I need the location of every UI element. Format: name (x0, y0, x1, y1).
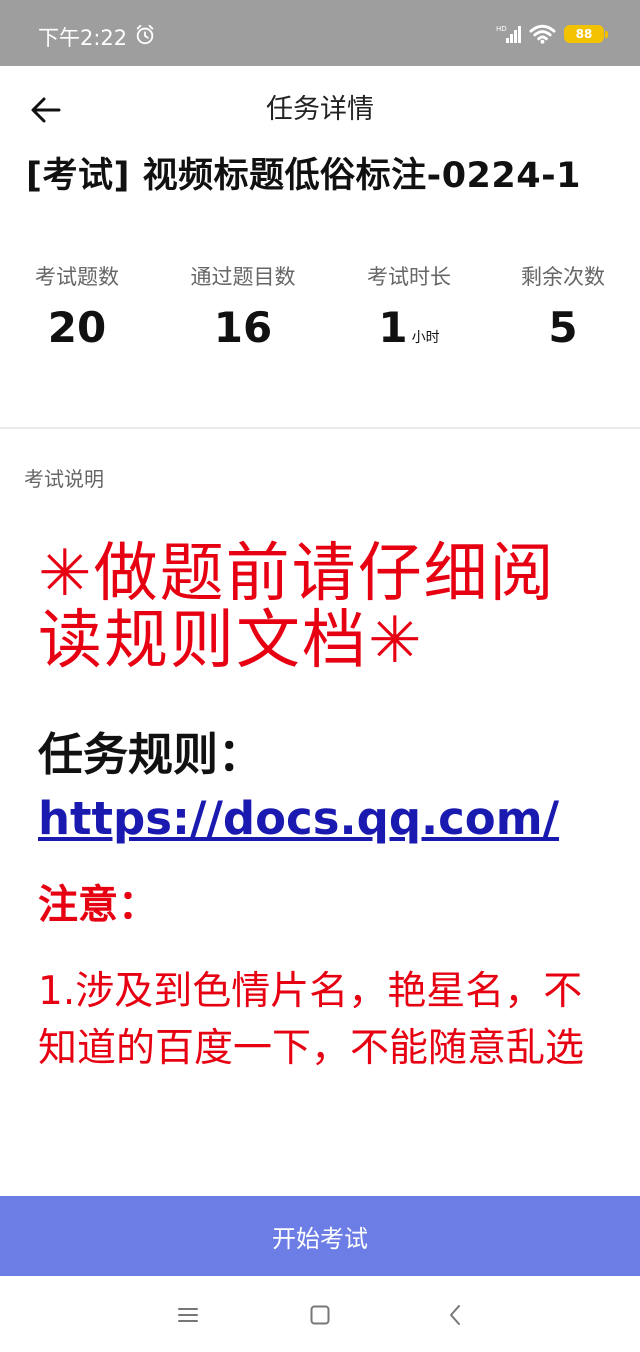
back-chevron-icon (450, 1305, 460, 1325)
nav-menu-button[interactable] (173, 1300, 203, 1330)
wifi-icon (529, 24, 556, 44)
divider (0, 427, 640, 429)
notice-body: 1.涉及到色情片名，艳星名，不知道的百度一下，不能随意乱选 (38, 969, 585, 1071)
start-exam-button[interactable]: 开始考试 (0, 1196, 640, 1276)
stat-pass-count: 通过题目数 16 (168, 262, 318, 356)
nav-home-button[interactable] (305, 1300, 335, 1330)
description-headline: ✳做题前请仔细阅读规则文档✳ (38, 537, 556, 678)
nav-bar (0, 1276, 640, 1352)
rule-label: 任务规则： (38, 728, 264, 781)
section-label-exam-description: 考试说明 (24, 467, 104, 491)
stat-label: 考试时长 (367, 265, 451, 289)
page-title: 任务详情 (266, 94, 374, 125)
signal-icon: HD (496, 25, 521, 43)
status-time: 下午2:22 (38, 26, 128, 50)
rule-doc-link[interactable]: https://docs.qq.com/ (38, 792, 559, 845)
nav-back-button[interactable] (440, 1300, 470, 1330)
stat-duration: 考试时长 1 小时 (334, 262, 484, 366)
stat-unit: 小时 (411, 330, 440, 346)
stat-remaining-attempts: 剩余次数 5 (488, 262, 638, 356)
exam-description[interactable]: ✳做题前请仔细阅读规则文档✳ 任务规则： https://docs.qq.com/… (38, 535, 618, 1195)
stat-label: 剩余次数 (521, 265, 605, 289)
home-square-icon (310, 1305, 330, 1325)
arrow-left-icon (31, 97, 61, 123)
stat-value: 5 (548, 303, 578, 352)
rule-block: 任务规则： https://docs.qq.com/ (38, 723, 618, 851)
battery-tip (605, 31, 608, 38)
status-bar: 下午2:22 HD 88 (0, 0, 640, 66)
svg-text:HD: HD (496, 25, 507, 33)
menu-icon (178, 1308, 198, 1322)
battery-icon: 88 (564, 25, 604, 43)
stat-label: 考试题数 (35, 265, 119, 289)
stat-value: 1 小时 (378, 303, 440, 352)
stat-value: 16 (213, 303, 273, 352)
task-title: [考试] 视频标题低俗标注-0224-1 (26, 156, 581, 196)
notice-heading: 注意： (38, 882, 158, 928)
stat-question-count: 考试题数 20 (2, 262, 152, 356)
stat-label: 通过题目数 (190, 265, 296, 289)
back-button[interactable] (26, 92, 66, 128)
stats-row: 考试题数 20 通过题目数 16 考试时长 1 小时 剩余次数 5 (0, 262, 640, 362)
stat-value: 20 (47, 303, 107, 352)
alarm-icon (136, 24, 154, 45)
battery-level: 88 (575, 27, 593, 41)
